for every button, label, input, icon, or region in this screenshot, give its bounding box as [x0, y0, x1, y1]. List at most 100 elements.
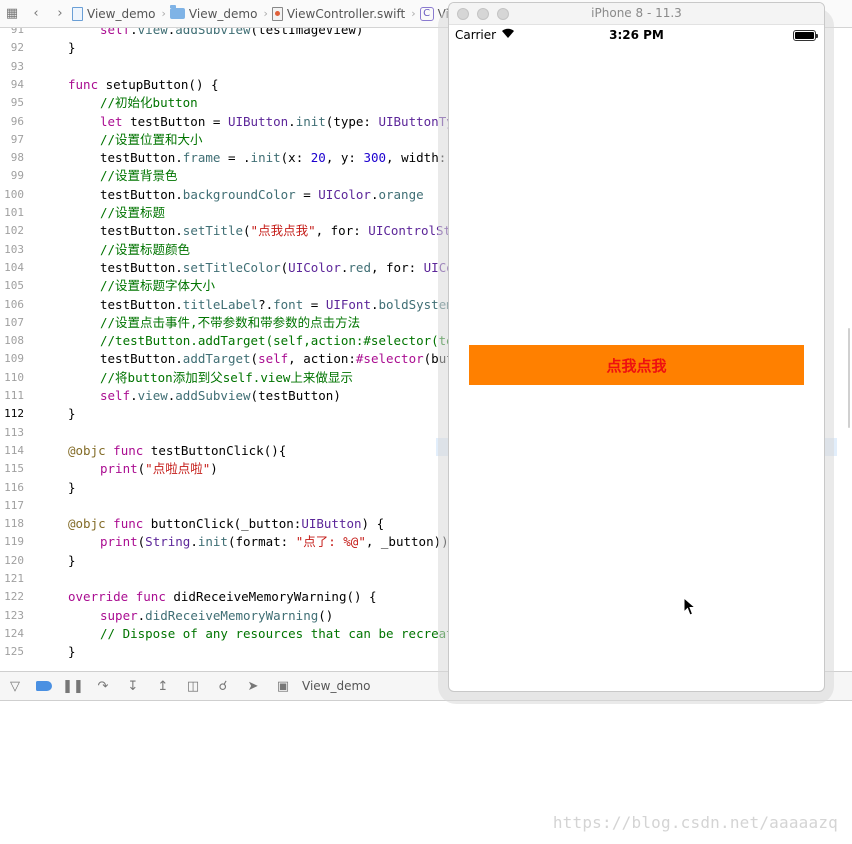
ios-status-bar: Carrier 3:26 PM: [449, 25, 824, 47]
code-text: //设置点击事件,不带参数和带参数的点击方法: [100, 314, 361, 330]
code-text: //设置位置和大小: [100, 131, 203, 147]
line-number: 120: [4, 553, 24, 567]
line-number: 119: [4, 535, 24, 549]
line-number: 96: [10, 114, 24, 128]
pause-icon[interactable]: ❚❚: [62, 677, 84, 695]
related-items-grid-icon[interactable]: ▦: [4, 6, 20, 22]
breadcrumb-label: View_demo: [87, 6, 156, 21]
code-text: //将button添加到父self.view上来做显示: [100, 369, 353, 385]
line-number: 94: [10, 77, 24, 91]
line-number: 100: [4, 187, 24, 201]
line-number: 102: [4, 224, 24, 238]
line-number: 111: [4, 389, 24, 402]
status-time: 3:26 PM: [609, 28, 664, 42]
code-text: //设置标题颜色: [100, 241, 191, 257]
line-number: 98: [10, 151, 24, 165]
code-text: print(String.init(format: "点了: %@", _but…: [100, 534, 449, 550]
test-button[interactable]: 点我点我: [469, 345, 804, 385]
location-icon[interactable]: ➤: [244, 677, 262, 695]
code-text: testButton.addTarget(self, action:#selec…: [100, 351, 454, 367]
line-number: 99: [10, 169, 24, 183]
code-text: }: [68, 479, 76, 495]
breakpoint-icon[interactable]: [36, 681, 52, 691]
code-text: testButton.backgroundColor = UIColor.ora…: [100, 186, 424, 202]
line-number: 125: [4, 645, 24, 659]
editor-scrollbar[interactable]: [848, 328, 850, 428]
line-number: 97: [10, 132, 24, 146]
code-text: testButton.setTitleColor(UIColor.red, fo…: [100, 259, 461, 275]
code-text: //testButton.addTarget(self,action:#sele…: [100, 333, 492, 349]
step-over-icon[interactable]: ↷: [94, 677, 112, 695]
line-number: 93: [10, 59, 24, 73]
line-number: 106: [4, 297, 24, 311]
breadcrumb-group[interactable]: View_demo: [169, 5, 258, 21]
step-out-icon[interactable]: ↥: [154, 677, 172, 695]
folder-icon: [169, 5, 185, 19]
code-text: // Dispose of any resources that can be …: [100, 625, 477, 641]
code-text: }: [68, 552, 76, 568]
line-number: 113: [4, 425, 24, 439]
breadcrumb-separator-icon: ›: [411, 7, 416, 20]
code-text: testButton.frame = .init(x: 20, y: 300, …: [100, 150, 447, 166]
target-icon[interactable]: ▣: [274, 677, 292, 695]
line-number: 121: [4, 572, 24, 585]
code-text: }: [68, 40, 76, 56]
code-text: testButton.setTitle("点我点我", for: UIContr…: [100, 223, 467, 239]
breadcrumb-separator-icon: ›: [263, 7, 268, 20]
code-text: //设置标题字体大小: [100, 278, 216, 294]
code-text: //设置背景色: [100, 168, 178, 184]
code-text: @objc func testButtonClick(){: [68, 442, 287, 458]
forward-arrow-icon[interactable]: ›: [52, 6, 68, 22]
code-text: }: [68, 644, 76, 660]
line-number: 107: [4, 315, 24, 329]
line-number: 91: [10, 28, 24, 36]
line-number: 123: [4, 608, 24, 622]
debug-target-label[interactable]: View_demo: [302, 679, 371, 693]
line-number: 101: [4, 206, 24, 219]
line-number: 115: [4, 462, 24, 476]
simulator-title: iPhone 8 - 11.3: [591, 6, 682, 20]
breadcrumb-file[interactable]: ViewController.swift: [271, 6, 406, 21]
code-text: }: [68, 406, 76, 422]
code-text: testButton.titleLabel?.font = UIFont.bol…: [100, 296, 469, 312]
watermark-text: https://blog.csdn.net/aaaaazq: [552, 813, 838, 832]
back-arrow-icon[interactable]: ‹: [28, 6, 44, 22]
line-number: 105: [4, 279, 24, 293]
memory-graph-icon[interactable]: ☌: [214, 677, 232, 695]
app-screen: 点我点我: [449, 47, 824, 691]
code-text: let testButton = UIButton.init(type: UIB…: [100, 113, 462, 129]
line-number: 108: [4, 334, 24, 348]
code-text: override func didReceiveMemoryWarning() …: [68, 589, 377, 605]
line-number: 114: [4, 443, 24, 457]
line-number: 104: [4, 260, 24, 274]
line-number: 122: [4, 590, 24, 604]
code-text: //设置标题: [100, 205, 166, 220]
simulator-window: iPhone 8 - 11.3 Carrier 3:26 PM 点我点我: [448, 2, 825, 692]
swift-file-icon: [271, 6, 283, 21]
line-number: 117: [4, 498, 24, 512]
breadcrumb-project[interactable]: View_demo: [72, 6, 156, 21]
breadcrumb-separator-icon: ›: [161, 7, 166, 20]
code-text: @objc func buttonClick(_button:UIButton)…: [68, 516, 385, 532]
breadcrumb-label: View_demo: [188, 6, 258, 21]
line-number: 112: [4, 407, 24, 421]
line-number: 110: [4, 370, 24, 384]
simulator-title-bar[interactable]: iPhone 8 - 11.3: [449, 3, 824, 25]
battery-icon: [793, 30, 818, 41]
line-number: 103: [4, 242, 24, 256]
code-text: self.view.addSubview(testImageView): [100, 28, 364, 37]
hide-debug-area-icon[interactable]: ▽: [6, 677, 24, 695]
line-number: 92: [10, 41, 24, 55]
mouse-pointer-icon: [683, 597, 697, 616]
step-into-icon[interactable]: ↧: [124, 677, 142, 695]
line-number: 124: [4, 626, 24, 640]
code-text: print("点啦点啦"): [100, 461, 218, 477]
line-number: 116: [4, 480, 24, 494]
code-text: super.didReceiveMemoryWarning(): [100, 607, 334, 623]
code-text: func setupButton() {: [68, 76, 219, 92]
breadcrumb-label: ViewController.swift: [286, 6, 406, 21]
line-number: 118: [4, 517, 24, 531]
line-number: 95: [10, 96, 24, 110]
code-text: self.view.addSubview(testButton): [100, 388, 341, 403]
view-hierarchy-icon[interactable]: ◫: [184, 677, 202, 695]
